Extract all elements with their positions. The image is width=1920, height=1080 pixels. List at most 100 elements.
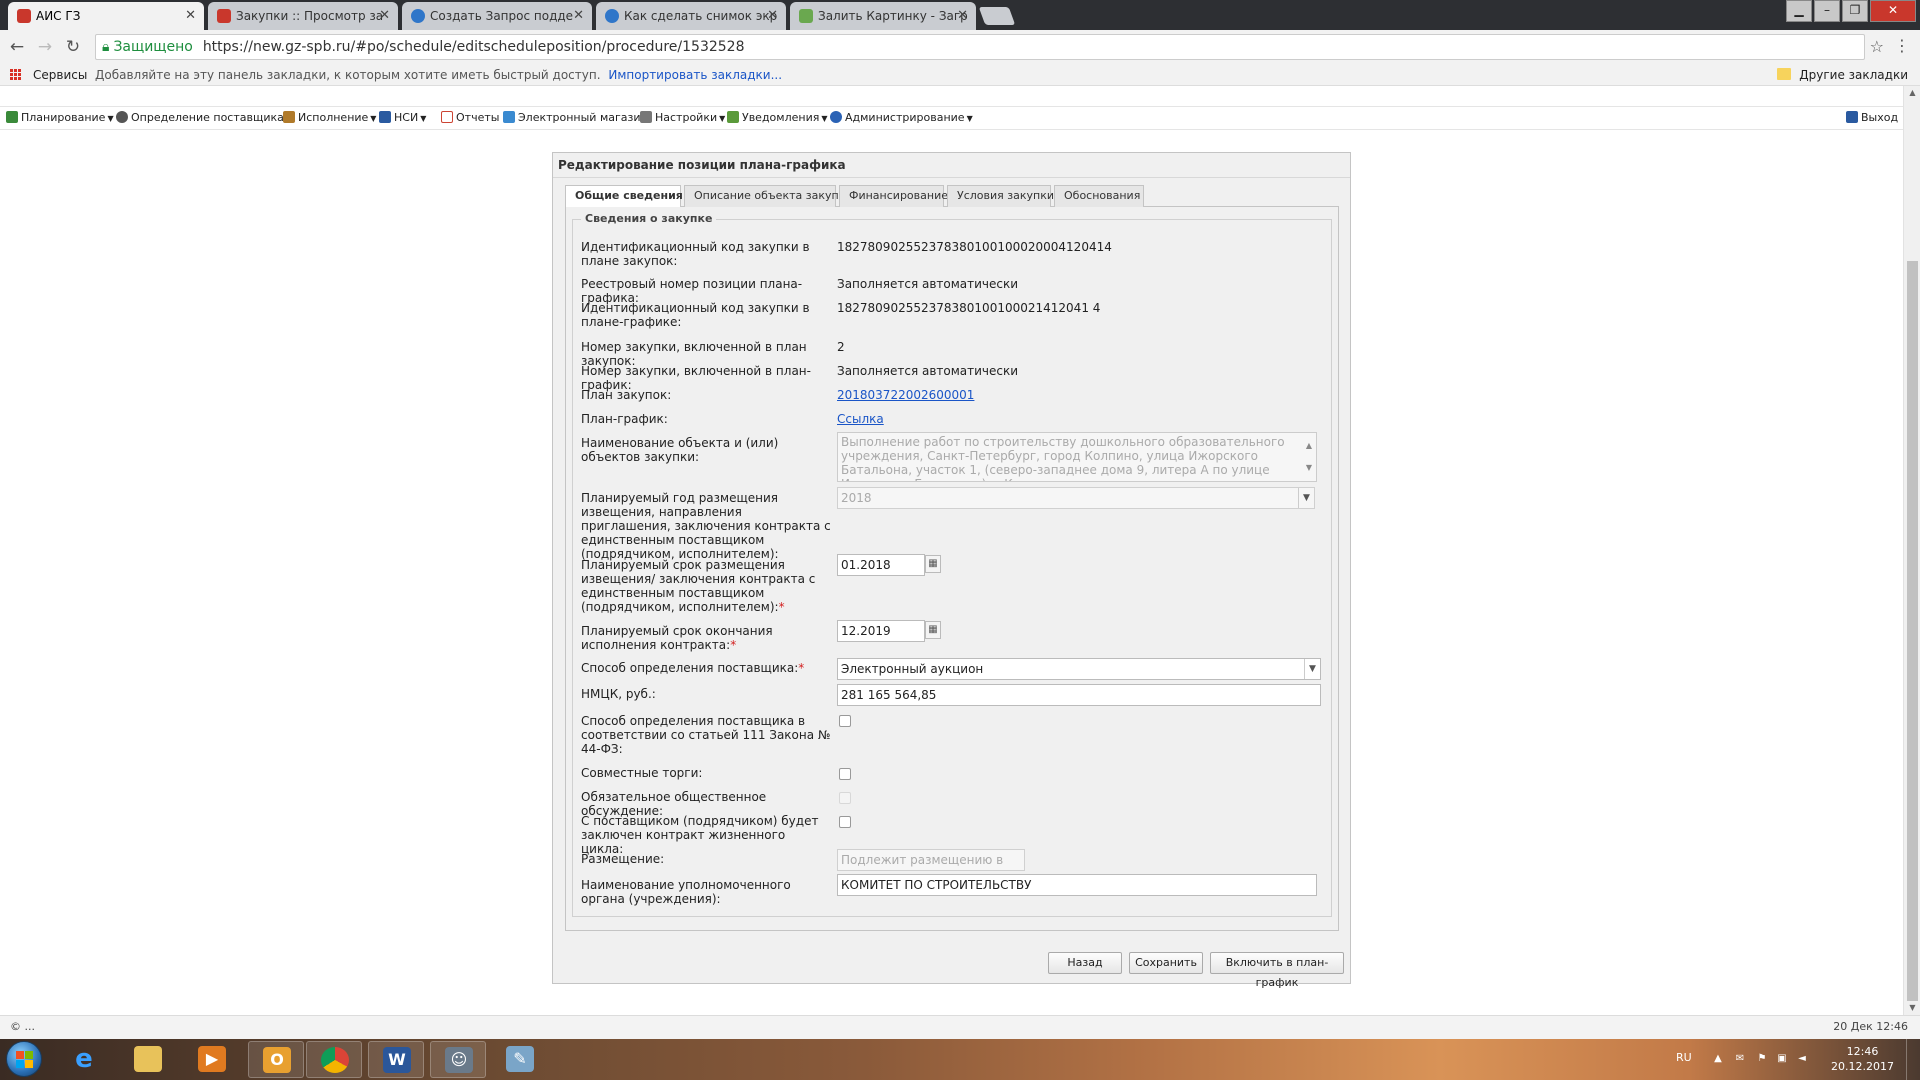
url-input[interactable]: 🔒︎ Защищено https://new.gz-spb.ru/#po/sche… <box>95 34 1865 60</box>
joint-auction-checkbox[interactable] <box>839 768 851 780</box>
placement-term-input[interactable]: 01.2018 <box>837 554 925 576</box>
supplier-icon <box>116 111 128 123</box>
browser-tab-upload[interactable]: Залить Картинку - Загр ✕ <box>790 2 976 30</box>
volume-icon[interactable]: ◄ <box>1796 1053 1808 1065</box>
bookmark-star-icon[interactable]: ☆ <box>1870 37 1884 56</box>
object-name-textarea[interactable]: Выполнение работ по строительству дошкол… <box>837 432 1317 482</box>
caret-down-icon: ▼ <box>719 114 726 123</box>
menu-admin[interactable]: Администрирование ▼ <box>830 107 973 130</box>
taskbar-app[interactable]: ☺ <box>430 1041 486 1078</box>
taskbar-explorer[interactable] <box>120 1041 176 1078</box>
forward-arrow-icon[interactable]: → <box>34 36 56 58</box>
back-button[interactable]: Назад <box>1048 952 1122 974</box>
close-window-icon[interactable]: ✕ <box>1870 0 1916 22</box>
supplier-method-select[interactable]: Электронный аукцион ▼ <box>837 658 1321 680</box>
textarea-scroll-icon[interactable]: ▲ ▼ <box>1304 435 1314 479</box>
close-icon[interactable]: ✕ <box>185 2 196 30</box>
lifecycle-contract-checkbox[interactable] <box>839 816 851 828</box>
close-icon[interactable]: ✕ <box>767 2 778 30</box>
browser-tab-ais-gz[interactable]: АИС ГЗ ✕ <box>8 2 204 30</box>
planned-year-value: 2018 <box>841 491 872 505</box>
placement-input[interactable]: Подлежит размещению в УпО <box>837 849 1025 887</box>
menu-planning[interactable]: Планирование ▼ <box>6 107 114 130</box>
bookmarks-hint-text: Добавляйте на эту панель закладки, к кот… <box>95 68 601 82</box>
tab-justifications[interactable]: Обоснования <box>1054 185 1144 207</box>
taskbar-outlook[interactable]: O <box>248 1041 304 1078</box>
calendar-icon[interactable]: ▦ <box>925 621 941 639</box>
taskbar-paint[interactable]: ✎ <box>492 1041 548 1078</box>
taskbar-ie[interactable]: e <box>56 1041 112 1078</box>
menu-supplier[interactable]: Определение поставщика▼ <box>116 107 292 130</box>
apps-icon[interactable] <box>10 69 23 82</box>
authority-input[interactable]: КОМИТЕТ ПО СТРОИТЕЛЬСТВУ <box>837 874 1317 896</box>
windows-taskbar: e ▶ O W ☺ ✎ RU ▲ ✉ ⚑ ▣ ◄ 12:46 20.12.201… <box>0 1039 1920 1080</box>
maximize-icon[interactable]: ❐ <box>1842 0 1868 22</box>
close-icon[interactable]: ✕ <box>379 2 390 30</box>
services-link[interactable]: Сервисы <box>33 64 87 86</box>
outlook-icon: O <box>263 1047 291 1073</box>
internet-explorer-icon: e <box>75 1044 93 1074</box>
start-button[interactable] <box>6 1041 42 1077</box>
schedule-link[interactable]: Ссылка <box>837 412 884 426</box>
menu-eshop[interactable]: Электронный магазин <box>503 107 648 129</box>
menu-reports[interactable]: Отчеты <box>441 107 499 129</box>
network-icon[interactable]: ▣ <box>1776 1053 1788 1065</box>
back-arrow-icon[interactable]: ← <box>6 36 28 58</box>
supplier-method-value: Электронный аукцион <box>841 662 984 676</box>
notifications-icon <box>727 111 739 123</box>
menu-settings[interactable]: Настройки ▼ <box>640 107 725 130</box>
language-indicator[interactable]: RU <box>1676 1051 1692 1064</box>
flag-icon[interactable]: ⚑ <box>1756 1053 1768 1065</box>
include-in-schedule-button[interactable]: Включить в план-график <box>1210 952 1344 989</box>
logout-button[interactable]: Выход <box>1846 107 1898 129</box>
taskbar-media-player[interactable]: ▶ <box>184 1041 240 1078</box>
new-tab-button[interactable] <box>978 7 1016 25</box>
taskbar-chrome[interactable] <box>306 1041 362 1078</box>
calendar-icon[interactable]: ▦ <box>925 555 941 573</box>
reload-icon[interactable]: ↻ <box>62 36 84 58</box>
tab-financing[interactable]: Финансирование <box>839 185 948 207</box>
tab-title: Как сделать снимок экр <box>624 9 778 23</box>
scroll-up-icon[interactable]: ▲ <box>1904 86 1920 100</box>
taskbar-word[interactable]: W <box>368 1041 424 1078</box>
menu-notifications[interactable]: Уведомления ▼ <box>727 107 828 130</box>
browser-tab-strip: АИС ГЗ ✕ Закупки :: Просмотр за ✕ Создат… <box>0 0 1920 30</box>
end-term-input[interactable]: 12.2019 <box>837 620 925 642</box>
save-button[interactable]: Сохранить <box>1129 952 1203 974</box>
close-icon[interactable]: ✕ <box>573 2 584 30</box>
planned-year-select[interactable]: 2018 ▼ <box>837 487 1315 509</box>
article111-label: Способ определения поставщика в соответс… <box>581 714 831 756</box>
settings-icon <box>640 111 652 123</box>
minimize-icon[interactable]: – <box>1814 0 1840 22</box>
show-desktop-button[interactable] <box>1906 1039 1920 1080</box>
menu-execution[interactable]: Исполнение ▼ <box>283 107 376 130</box>
scroll-thumb[interactable] <box>1907 261 1918 1001</box>
scroll-down-icon[interactable]: ▼ <box>1904 1001 1920 1015</box>
tab-general-info[interactable]: Общие сведения <box>565 185 683 208</box>
other-bookmarks-folder[interactable]: Другие закладки <box>1777 64 1908 86</box>
menu-nsi[interactable]: НСИ ▼ <box>379 107 426 130</box>
browser-tab-zakupki[interactable]: Закупки :: Просмотр за ✕ <box>208 2 398 30</box>
procurement-plan-link[interactable]: 201803722002600001 <box>837 388 974 402</box>
browser-tab-screenshot[interactable]: Как сделать снимок экр ✕ <box>596 2 786 30</box>
tab-procurement-conditions[interactable]: Условия закупки <box>947 185 1054 207</box>
mail-icon[interactable]: ✉ <box>1734 1053 1746 1065</box>
reference-icon <box>379 111 391 123</box>
placement-label: Размещение: <box>581 852 665 866</box>
browser-tab-request[interactable]: Создать Запрос подде ✕ <box>402 2 592 30</box>
taskbar-clock[interactable]: 12:46 20.12.2017 <box>1831 1044 1894 1074</box>
status-left: © ... <box>10 1020 35 1033</box>
tray-arrow-icon[interactable]: ▲ <box>1712 1053 1724 1065</box>
article111-checkbox[interactable] <box>839 715 851 727</box>
nmck-input[interactable]: 281 165 564,85 <box>837 684 1321 706</box>
close-icon[interactable]: ✕ <box>957 2 968 30</box>
browser-menu-icon[interactable]: ⋮ <box>1894 36 1910 55</box>
paint-icon: ✎ <box>506 1046 534 1072</box>
import-bookmarks-link[interactable]: Импортировать закладки... <box>608 68 782 82</box>
tab-object-description[interactable]: Описание объекта закупки <box>684 185 852 207</box>
image-favicon-icon <box>799 9 813 23</box>
page-scrollbar[interactable]: ▲ ▼ <box>1903 86 1920 1015</box>
user-icon[interactable]: ▁ <box>1786 0 1812 22</box>
required-marker: * <box>778 600 785 614</box>
tab-title: Залить Картинку - Загр <box>818 9 968 23</box>
